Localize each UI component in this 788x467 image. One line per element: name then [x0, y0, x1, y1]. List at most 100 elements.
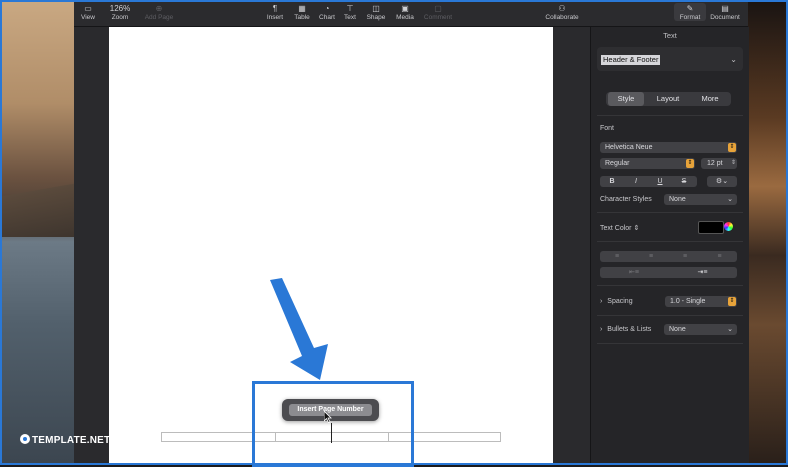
document-label: Document: [710, 14, 740, 21]
media-label: Media: [396, 14, 414, 21]
paragraph-style-selector[interactable]: Header & Footer ⌄: [597, 47, 743, 71]
justify-icon[interactable]: ≡: [702, 251, 737, 262]
section-divider: [597, 241, 743, 242]
template-logo-icon: [20, 434, 30, 444]
add-page-icon: ⊕: [155, 4, 163, 13]
paintbrush-icon: ✎: [686, 4, 694, 13]
bullets-lists-disclosure[interactable]: › Bullets & Lists: [600, 326, 651, 333]
document-button[interactable]: ▤ Document: [708, 3, 742, 21]
font-family-select[interactable]: Helvetica Neue ⇕: [600, 142, 737, 153]
insert-label: Insert: [266, 14, 284, 21]
chevron-down-icon: ⌄: [727, 326, 733, 333]
increase-indent-icon[interactable]: ⇥≡: [668, 267, 737, 278]
document-icon: ▤: [721, 4, 729, 13]
desktop-wallpaper-right: [748, 2, 786, 463]
bullets-lists-label: Bullets & Lists: [607, 326, 652, 333]
align-right-icon[interactable]: ≡: [668, 251, 702, 262]
comment-label: Comment: [423, 14, 453, 21]
text-button[interactable]: ⊤ Text: [342, 3, 358, 21]
font-size-stepper[interactable]: 12 pt ⇕: [701, 158, 737, 169]
text-box-icon: ⊤: [346, 4, 354, 13]
add-page-label: Add Page: [144, 14, 174, 21]
text-options-menu[interactable]: ⚙⌄: [707, 176, 737, 187]
table-label: Table: [294, 14, 310, 21]
font-family-value: Helvetica Neue: [605, 144, 653, 151]
line-spacing-select[interactable]: 1.0 - Single ⇕: [665, 296, 737, 307]
indent-buttons: ⇤≡ ⇥≡: [600, 267, 737, 278]
paragraph-style-name: Header & Footer: [601, 55, 661, 65]
collaborate-label: Collaborate: [545, 14, 579, 21]
text-label: Text: [344, 14, 356, 21]
font-size-value: 12 pt: [707, 160, 723, 167]
font-style-select[interactable]: Regular ⇕: [600, 158, 695, 169]
bullets-lists-select[interactable]: None ⌄: [664, 324, 737, 335]
align-center-icon[interactable]: ≡: [634, 251, 668, 262]
add-page-button[interactable]: ⊕ Add Page: [142, 3, 176, 21]
section-divider: [597, 115, 743, 116]
tab-layout[interactable]: Layout: [648, 92, 688, 106]
character-styles-select[interactable]: None ⌄: [664, 194, 737, 205]
chart-button[interactable]: ◔ Chart: [317, 3, 337, 21]
underline-button[interactable]: U: [648, 176, 672, 187]
chart-icon: ◔: [324, 4, 330, 13]
stepper-arrows-icon: ⇕: [730, 160, 736, 166]
spacing-disclosure[interactable]: › Spacing: [600, 298, 633, 305]
media-icon: ▣: [401, 4, 409, 13]
tab-more[interactable]: More: [692, 92, 728, 106]
character-styles-label: Character Styles: [600, 196, 652, 203]
annotation-highlight-box: [252, 381, 414, 467]
character-styles-value: None: [669, 196, 686, 203]
bullets-lists-value: None: [669, 326, 686, 333]
section-divider: [597, 212, 743, 213]
section-divider: [597, 315, 743, 316]
section-divider: [597, 285, 743, 286]
zoom-value: 126%: [109, 4, 131, 13]
italic-button[interactable]: I: [624, 176, 648, 187]
shape-label: Shape: [366, 14, 386, 21]
spacing-label: Spacing: [607, 298, 633, 305]
chart-label: Chart: [319, 14, 335, 21]
text-color-label-text: Text Color: [600, 225, 632, 232]
inspector-tab-title: Text: [663, 31, 677, 40]
annotation-arrow: [270, 278, 328, 380]
view-button[interactable]: ▭ View: [80, 3, 96, 21]
chevron-right-icon: ›: [600, 326, 603, 333]
line-spacing-value: 1.0 - Single: [670, 298, 706, 305]
chevron-right-icon: ›: [600, 298, 603, 305]
shape-button[interactable]: ◫ Shape: [364, 3, 388, 21]
strikethrough-button[interactable]: S: [672, 176, 696, 187]
media-button[interactable]: ▣ Media: [394, 3, 416, 21]
watermark-text: TEMPLATE.NET: [32, 435, 111, 446]
shape-icon: ◫: [372, 4, 380, 13]
table-icon: ▦: [298, 4, 306, 13]
tab-style[interactable]: Style: [608, 92, 644, 106]
sidebar-icon: ▭: [84, 4, 92, 13]
font-section-label: Font: [600, 125, 615, 132]
text-format-tabs: Style Layout More: [606, 92, 731, 106]
format-button[interactable]: ✎ Format: [674, 3, 706, 21]
paragraph-icon: ¶: [272, 4, 278, 13]
view-label: View: [81, 14, 95, 21]
text-style-buttons: B I U S: [600, 176, 697, 187]
chevron-down-icon: ⌄: [730, 55, 737, 64]
zoom-button[interactable]: 126% Zoom: [107, 3, 133, 21]
bold-button[interactable]: B: [600, 176, 624, 187]
text-color-label[interactable]: Text Color ⇕: [600, 224, 639, 232]
collaborate-button[interactable]: ⚇ Collaborate: [542, 3, 582, 21]
decrease-indent-icon[interactable]: ⇤≡: [600, 267, 668, 278]
format-inspector-panel: Text Header & Footer ⌄ Style Layout More…: [590, 27, 749, 463]
section-divider: [597, 343, 743, 344]
collaborate-icon: ⚇: [558, 4, 566, 13]
toolbar: ▭ View 126% Zoom ⊕ Add Page ¶ Insert ▦ T…: [74, 2, 748, 27]
format-label: Format: [679, 14, 701, 21]
table-button[interactable]: ▦ Table: [292, 3, 312, 21]
zoom-label: Zoom: [111, 14, 129, 21]
updown-arrows-icon: ⇕: [728, 143, 736, 152]
color-wheel-icon[interactable]: [724, 222, 733, 231]
chevron-down-icon: ⌄: [727, 196, 733, 203]
align-left-icon[interactable]: ≡: [600, 251, 634, 262]
comment-button[interactable]: ▢ Comment: [422, 3, 454, 21]
insert-button[interactable]: ¶ Insert: [264, 3, 286, 21]
text-color-swatch[interactable]: [698, 221, 724, 234]
font-style-value: Regular: [605, 160, 630, 167]
